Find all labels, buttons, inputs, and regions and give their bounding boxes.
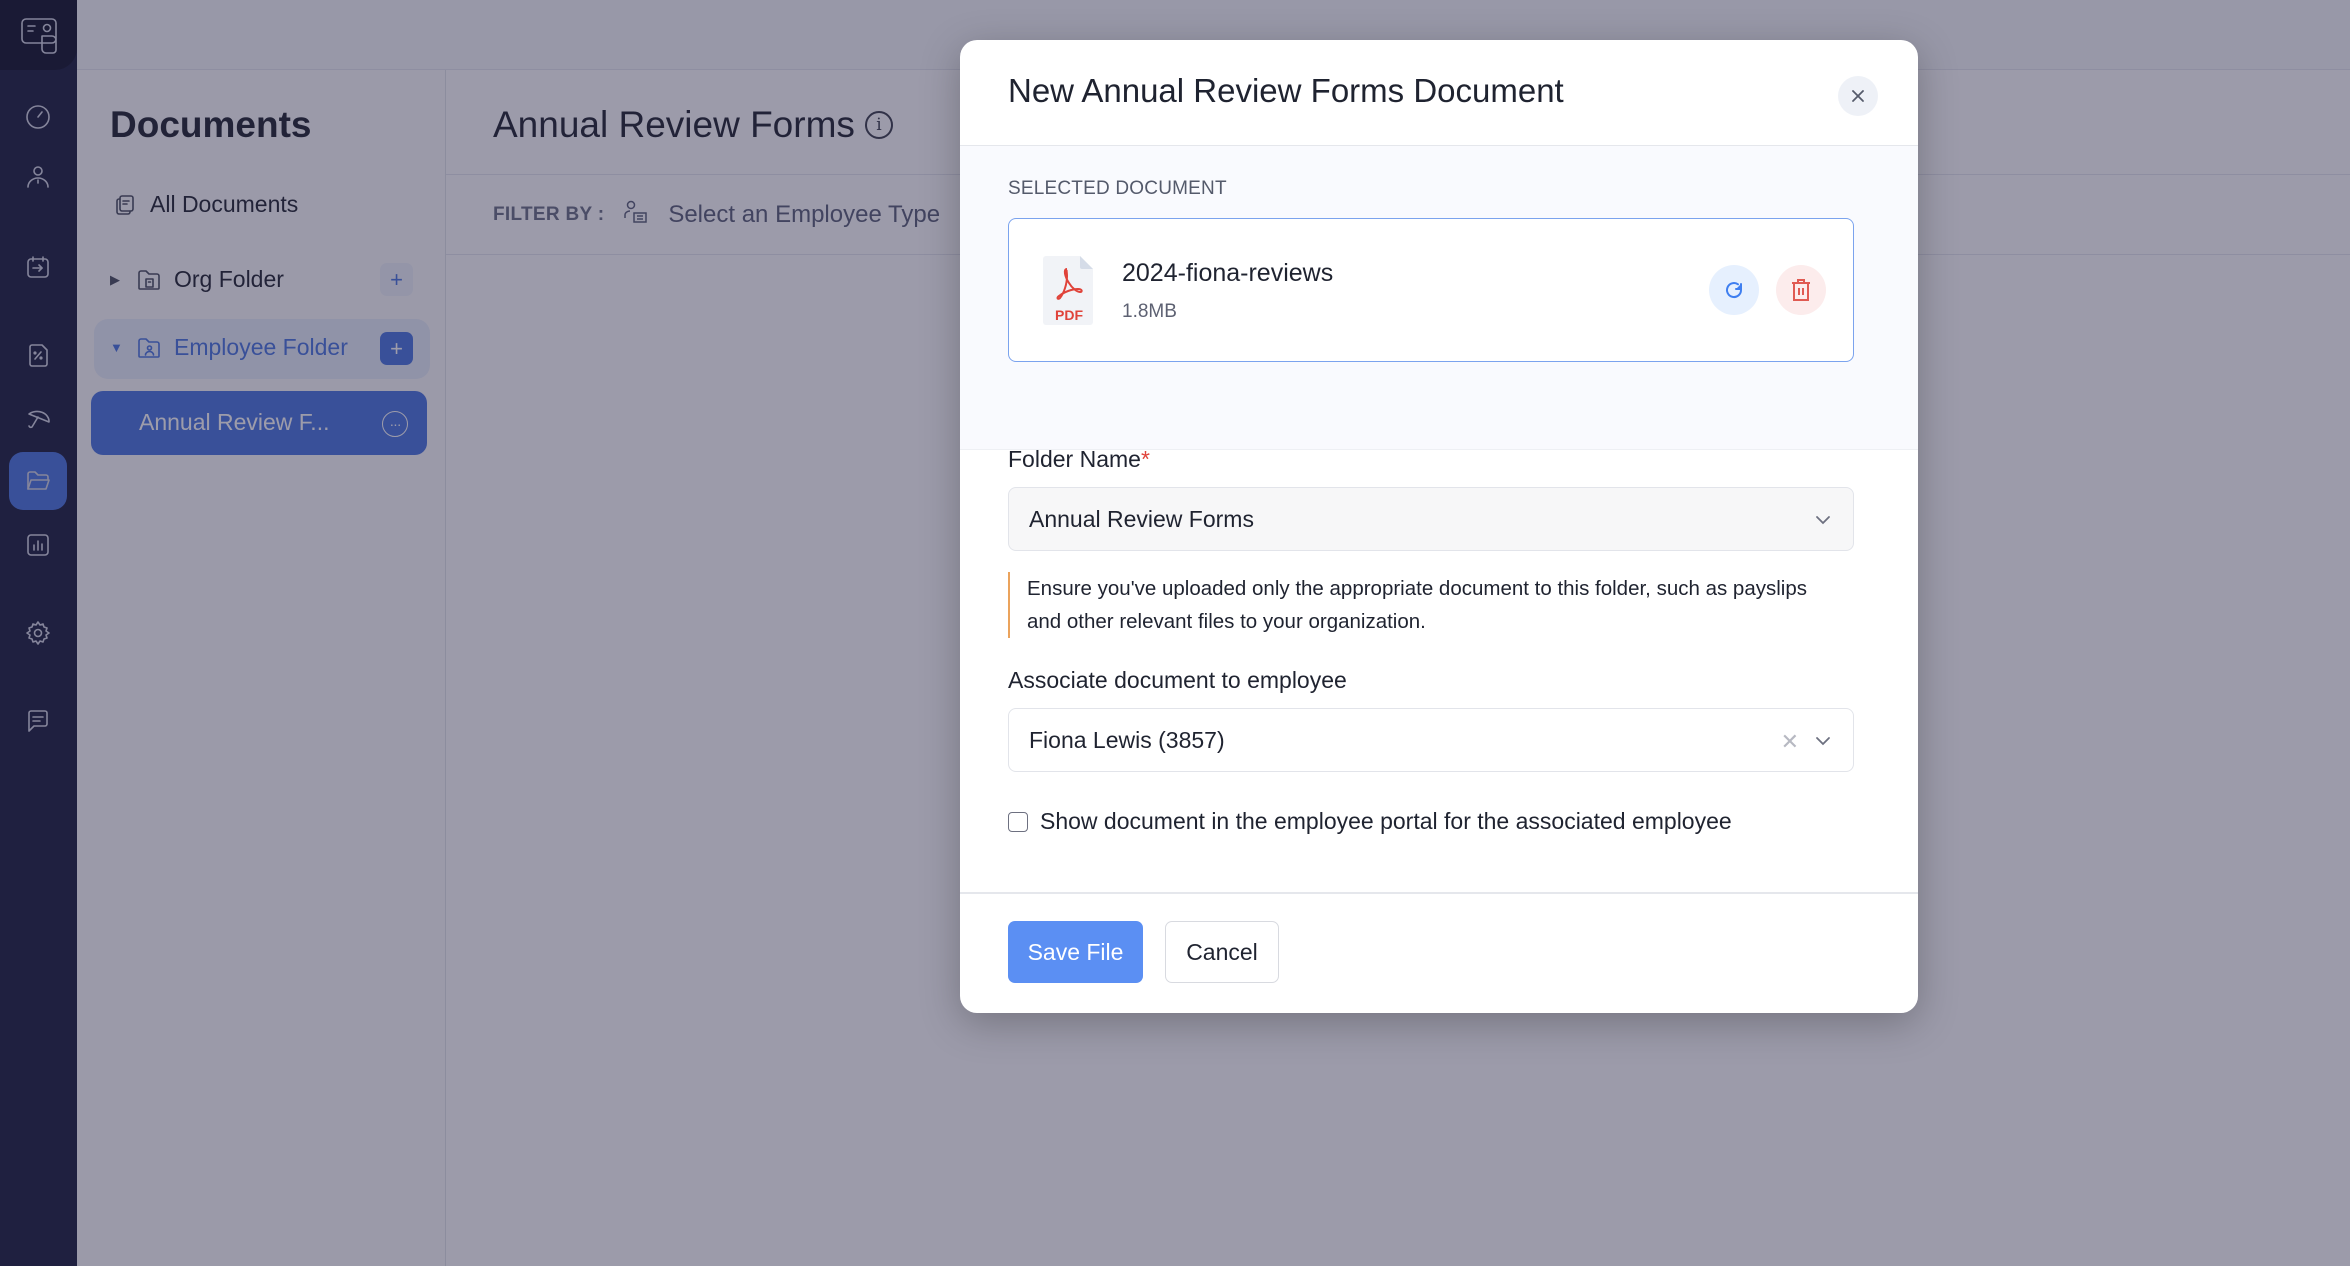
delete-file-button[interactable] bbox=[1776, 265, 1826, 315]
employee-portal-checkbox[interactable] bbox=[1008, 811, 1028, 832]
folder-notice: Ensure you've uploaded only the appropri… bbox=[1008, 572, 1838, 638]
replace-file-button[interactable] bbox=[1709, 265, 1759, 315]
clear-selection-icon[interactable]: ✕ bbox=[1781, 729, 1799, 755]
pdf-file-type-label: PDF bbox=[1055, 307, 1083, 323]
modal-header: New Annual Review Forms Document bbox=[960, 40, 1918, 146]
selected-document-label: SELECTED DOCUMENT bbox=[1008, 178, 1227, 199]
close-icon bbox=[1852, 90, 1864, 102]
file-size: 1.8MB bbox=[1122, 301, 1177, 322]
new-document-modal: New Annual Review Forms Document SELECTE… bbox=[960, 40, 1918, 1013]
chevron-down-icon bbox=[1816, 516, 1830, 525]
selected-file-card: PDF 2024-fiona-reviews 1.8MB bbox=[1008, 218, 1854, 362]
associate-employee-value: Fiona Lewis (3857) bbox=[1029, 726, 1225, 753]
file-name: 2024-fiona-reviews bbox=[1122, 259, 1334, 287]
trash-icon bbox=[1792, 279, 1810, 301]
folder-name-label: Folder Name* bbox=[1008, 446, 1150, 473]
modal-title: New Annual Review Forms Document bbox=[1008, 72, 1564, 109]
refresh-icon bbox=[1726, 282, 1743, 299]
close-button[interactable] bbox=[1838, 76, 1878, 116]
footer-divider bbox=[960, 892, 1918, 894]
folder-name-label-text: Folder Name bbox=[1008, 446, 1141, 472]
associate-employee-select[interactable]: Fiona Lewis (3857) ✕ bbox=[1008, 708, 1854, 772]
cancel-button[interactable]: Cancel bbox=[1165, 921, 1279, 983]
chevron-down-icon bbox=[1816, 737, 1830, 746]
associate-employee-label: Associate document to employee bbox=[1008, 667, 1347, 693]
employee-portal-checkbox-row[interactable]: Show document in the employee portal for… bbox=[1008, 808, 1732, 835]
folder-name-select[interactable]: Annual Review Forms bbox=[1008, 487, 1854, 551]
employee-portal-checkbox-label: Show document in the employee portal for… bbox=[1040, 808, 1732, 834]
required-asterisk: * bbox=[1140, 446, 1150, 472]
folder-name-value: Annual Review Forms bbox=[1029, 505, 1254, 532]
save-file-button[interactable]: Save File bbox=[1008, 921, 1143, 983]
selected-document-section: SELECTED DOCUMENT PDF 2024-fiona-reviews… bbox=[960, 146, 1918, 450]
